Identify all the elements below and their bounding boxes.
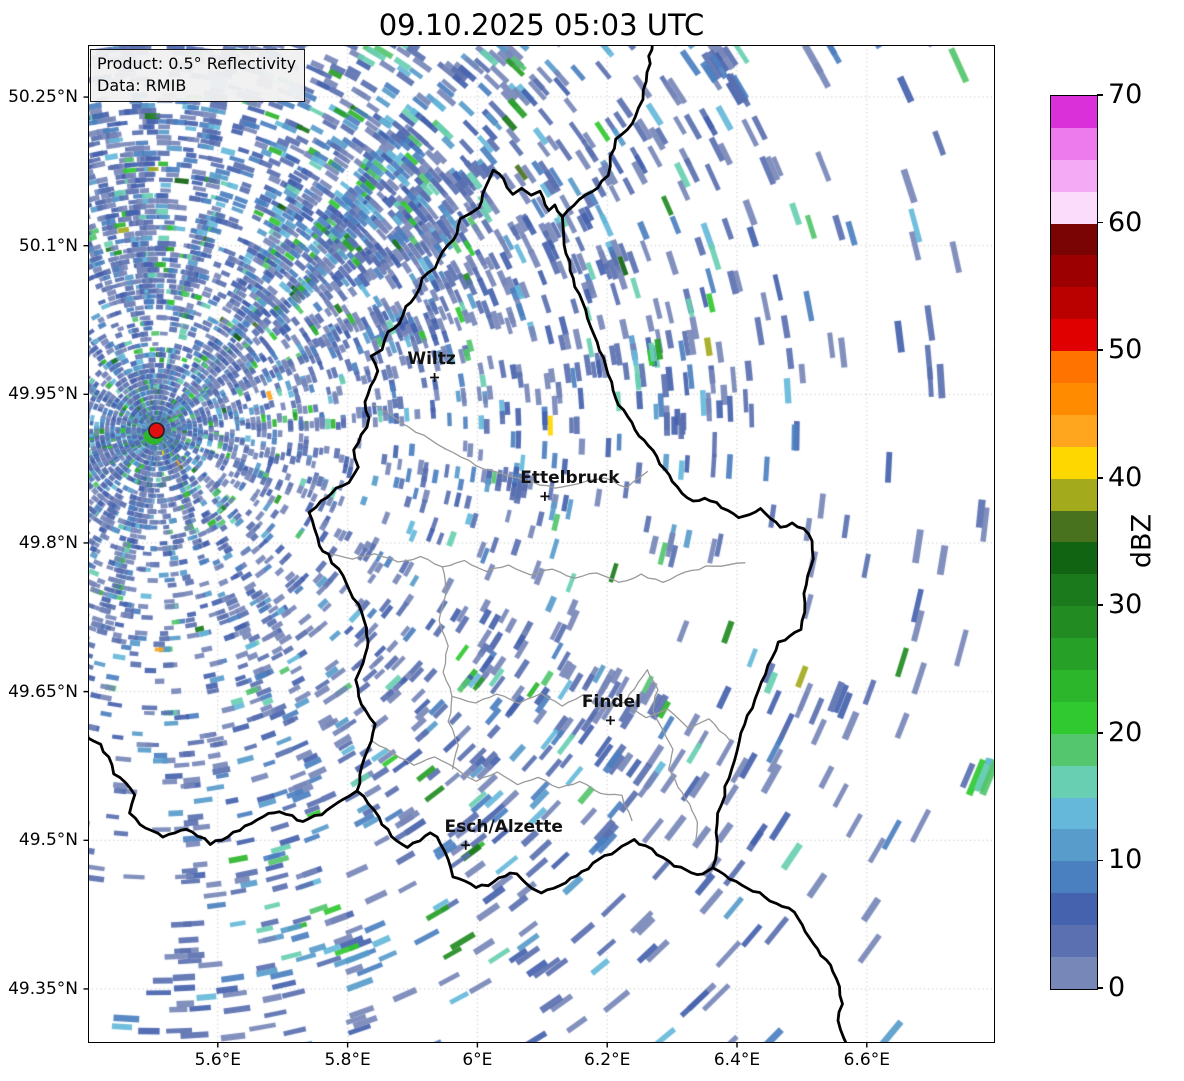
product-info-box: Product: 0.5° Reflectivity Data: RMIB	[90, 49, 306, 103]
radar-figure: 09.10.2025 05:03 UTC 50.25°N 50.1°N 49.95°…	[0, 0, 1184, 1081]
colorbar-segment	[1051, 319, 1097, 352]
colorbar-segment	[1051, 478, 1097, 511]
country-border-belgium-germany	[561, 45, 654, 219]
colorbar-segment	[1051, 733, 1097, 766]
colorbar-segment	[1051, 957, 1097, 989]
city-marker	[430, 372, 440, 382]
x-tick-label: 6.4°E	[713, 1050, 761, 1070]
colorbar-segment	[1051, 191, 1097, 224]
colorbar-segment	[1051, 574, 1097, 607]
district-border	[371, 740, 633, 822]
y-tick-label: 49.8°N	[18, 532, 78, 553]
district-border	[646, 669, 699, 843]
x-tick-label: 6.2°E	[584, 1050, 631, 1070]
y-tick-label: 49.65°N	[8, 681, 78, 702]
colorbar-tick-mark	[1097, 221, 1103, 224]
y-tick-label: 50.1°N	[18, 235, 78, 256]
colorbar-segment	[1051, 701, 1097, 734]
colorbar-segment	[1051, 159, 1097, 192]
x-tick-label: 6°E	[462, 1050, 493, 1070]
colorbar-tick-mark	[1097, 476, 1103, 479]
colorbar-segment	[1051, 351, 1097, 384]
product-label: Product: 0.5° Reflectivity	[97, 54, 297, 73]
colorbar-segment	[1051, 414, 1097, 447]
district-border	[624, 700, 732, 742]
colorbar-tick-mark	[1097, 859, 1103, 862]
colorbar-axis-label: dBZ	[1126, 513, 1158, 569]
city-label: Esch/Alzette	[444, 817, 563, 838]
colorbar-tick-mark	[1097, 732, 1103, 734]
colorbar-segment	[1051, 383, 1097, 415]
colorbar-segment	[1051, 765, 1097, 798]
city-marker	[605, 715, 615, 725]
city-marker	[461, 840, 471, 850]
colorbar-tick-label: 60	[1108, 206, 1143, 238]
axis-tick-marks	[83, 96, 868, 1048]
colorbar-segment	[1051, 542, 1097, 575]
x-tick-label: 6.6°E	[843, 1050, 890, 1070]
colorbar-segment	[1051, 287, 1097, 320]
city-label: Findel	[581, 692, 641, 713]
border-overlay	[83, 45, 868, 1048]
colorbar-segment	[1051, 829, 1097, 862]
x-tick-label: 5.6°E	[194, 1050, 241, 1070]
colorbar-segment	[1051, 510, 1097, 543]
colorbar-segment	[1051, 127, 1097, 160]
district-border	[328, 553, 746, 584]
x-tick-label: 5.8°E	[324, 1050, 371, 1070]
colorbar-segment	[1051, 797, 1097, 830]
colorbar-tick-label: 20	[1108, 716, 1143, 748]
colorbar-tick-label: 50	[1108, 334, 1143, 366]
country-border-france-germany	[711, 866, 848, 1043]
colorbar-segment	[1051, 96, 1097, 128]
colorbar-segment	[1051, 925, 1097, 958]
colorbar-tick-label: 70	[1108, 78, 1143, 110]
country-border-france-belgium	[88, 736, 359, 846]
city-label: Ettelbruck	[520, 468, 620, 489]
city-label: Wiltz	[407, 349, 456, 370]
colorbar-tick-label: 30	[1108, 589, 1143, 621]
radar-site-dot	[148, 422, 165, 439]
colorbar-tick-label: 10	[1108, 844, 1143, 876]
colorbar-segment	[1051, 638, 1097, 671]
colorbar-tick-mark	[1097, 94, 1103, 96]
country-border-luxembourg	[307, 168, 815, 895]
y-tick-label: 49.5°N	[18, 830, 78, 851]
city-marker	[540, 491, 550, 501]
colorbar	[1050, 95, 1098, 990]
colorbar-segment	[1051, 446, 1097, 479]
colorbar-tick-mark	[1097, 604, 1103, 607]
data-source-label: Data: RMIB	[97, 76, 187, 96]
colorbar-segment	[1051, 223, 1097, 256]
colorbar-tick-mark	[1097, 987, 1103, 989]
y-tick-label: 49.35°N	[8, 978, 78, 999]
colorbar-segment	[1051, 255, 1097, 288]
district-border	[438, 566, 459, 770]
y-tick-label: 49.95°N	[8, 384, 78, 405]
y-tick-label: 50.25°N	[8, 87, 78, 108]
colorbar-segment	[1051, 861, 1097, 894]
colorbar-tick-label: 0	[1108, 971, 1126, 1003]
colorbar-segment	[1051, 670, 1097, 702]
colorbar-tick-mark	[1097, 349, 1103, 351]
colorbar-segment	[1051, 606, 1097, 639]
colorbar-tick-label: 40	[1108, 461, 1143, 493]
colorbar-segment	[1051, 893, 1097, 926]
